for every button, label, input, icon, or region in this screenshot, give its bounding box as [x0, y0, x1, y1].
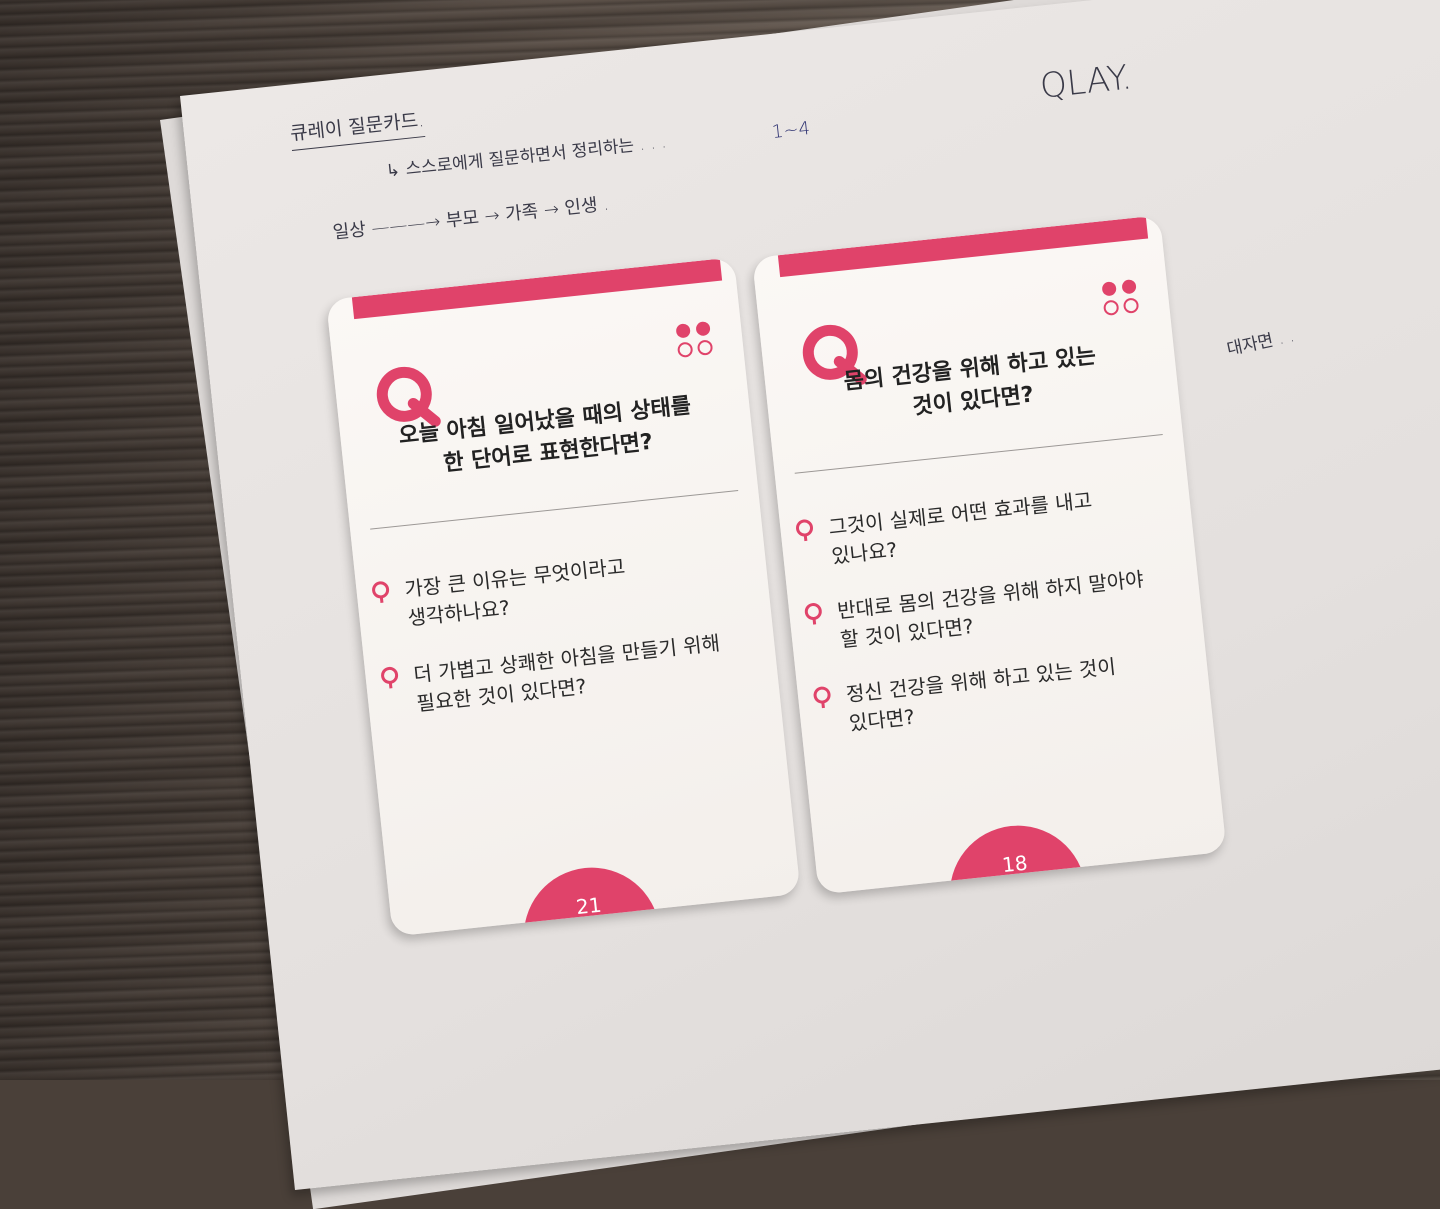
q-bullet-icon — [804, 603, 822, 625]
q-bullet-icon — [813, 686, 831, 709]
card-sub-question: 반대로 몸의 건강을 위해 하지 말아야 할 것이 있다면? — [804, 564, 1160, 655]
card-sub-question: 정신 건강을 위해 하고 있는 것이 있다면? — [813, 647, 1169, 738]
sub-question-text: 가장 큰 이유는 무엇이라고 생각하나요? — [403, 554, 627, 631]
two-dots-icon — [676, 321, 713, 358]
sub-question-text: 더 가볍고 상쾌한 아침을 만들기 위해 필요한 것이 있다면? — [412, 630, 722, 716]
q-bullet-icon — [381, 666, 399, 689]
sub-question-text: 정신 건강을 위해 하고 있는 것이 있다면? — [844, 654, 1117, 736]
question-card-18: 몸의 건강을 위해 하고 있는 것이 있다면? 그것이 실제로 어떤 효과를 내… — [752, 215, 1227, 895]
card-sub-question: 그것이 실제로 어떤 효과를 내고 있나요? — [796, 480, 1151, 571]
q-bullet-icon — [796, 519, 814, 542]
card-sub-question: 가장 큰 이유는 무엇이라고 생각하나요? — [372, 542, 727, 633]
handwriting-line2-side: 1~4 — [771, 118, 811, 143]
q-bullet-icon — [372, 581, 390, 603]
card-sub-question: 더 가볍고 상쾌한 아침을 만들기 위해 필요한 것이 있다면? — [381, 628, 736, 719]
two-dots-icon — [1102, 279, 1139, 316]
sub-question-text: 그것이 실제로 어떤 효과를 내고 있나요? — [827, 487, 1094, 569]
card-divider — [794, 434, 1163, 474]
question-card-21: 오늘 아침 일어났을 때의 상태를 한 단어로 표현한다면? 가장 큰 이유는 … — [326, 257, 801, 937]
card-divider — [370, 489, 739, 530]
sub-question-text: 반대로 몸의 건강을 위해 하지 말아야 할 것이 있다면? — [836, 566, 1145, 652]
